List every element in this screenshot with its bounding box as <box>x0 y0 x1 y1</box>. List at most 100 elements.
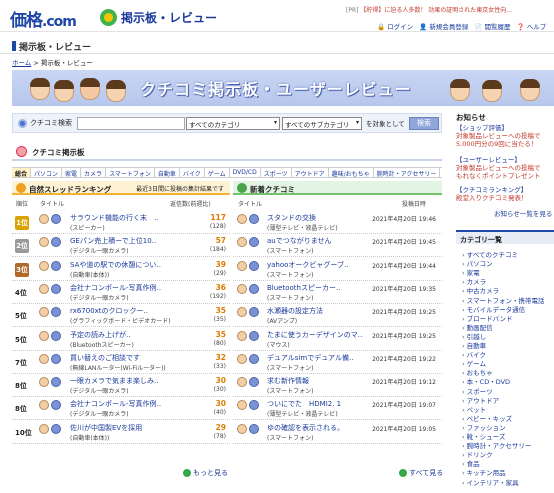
category-tab[interactable]: スポーツ <box>261 168 292 177</box>
category-link[interactable]: インテリア・家具 <box>462 477 519 487</box>
login-link[interactable]: 🔒 ログイン <box>377 21 413 31</box>
kakaku-logo[interactable]: 価格.com <box>10 6 77 31</box>
breadcrumb-home-link[interactable]: ホーム <box>12 59 31 67</box>
search-input[interactable] <box>77 117 185 130</box>
history-label: 閲覧履歴 <box>484 23 511 31</box>
history-link[interactable]: 📄 閲覧履歴 <box>474 21 510 31</box>
thread-title-link[interactable]: 会社ナコンポール-写真作例‥ <box>70 283 185 293</box>
flower-icon <box>100 8 117 26</box>
thread-title-link[interactable]: デュアルsimでデュアル備‥ <box>267 353 367 363</box>
reply-count: 30 <box>215 399 226 409</box>
post-date: 2021年4月20日 19:45 <box>372 239 436 247</box>
notice-item[interactable]: 【ユーザーレビュー】 対象製品レビューへの投稿で もれなくポイントプレゼント <box>456 156 554 180</box>
notice-item[interactable]: 【ショップ評価】 対象製品レビューへの投稿で 5,000円分の9回に当たる！ <box>456 124 554 148</box>
category-tab[interactable]: アウトドア <box>292 168 329 177</box>
thread-title-link[interactable]: 会社ナコンポール-写真作例‥ <box>70 399 185 409</box>
thread-title-link[interactable]: SAや道の駅での休憩につい‥ <box>70 260 185 270</box>
category-tab[interactable]: DVD/CD <box>230 168 261 177</box>
thread-title-link[interactable]: 水瀬器の設定方法 <box>267 306 367 316</box>
thread-title-link[interactable]: auでつながりません <box>267 236 367 246</box>
ranking-row[interactable]: 3位 SAや道の駅での休憩につい‥ (自動車(本体)) 39 (29) <box>12 259 230 281</box>
newest-row[interactable]: たまに使うカーデザインのマ‥ (マウス) 2021年4月20日 19:25 <box>233 329 442 351</box>
thread-title-link[interactable]: 佐川が中国製EVを採用 <box>70 423 185 433</box>
thread-title-link[interactable]: yahooオークビャグーブ‥ <box>267 260 367 270</box>
ranking-more-link[interactable]: もっと見る <box>183 468 228 478</box>
bbs-logo[interactable]: 掲示板・レビュー <box>100 8 217 26</box>
product-icon <box>249 423 259 434</box>
thread-title-link[interactable]: Bluetoothスピーカー‥ <box>267 283 367 293</box>
product-icon <box>51 307 61 318</box>
newest-row[interactable]: スタンドの交換 (薄型テレビ・液晶テレビ) 2021年4月20日 19:46 <box>233 212 442 234</box>
category-tab[interactable]: パソコン <box>31 168 63 177</box>
user-avatar-icon <box>39 283 49 294</box>
ranking-row[interactable]: 10位 佐川が中国製EVを採用 (自動車(本体)) 29 (78) <box>12 422 230 444</box>
search-button[interactable]: 検索 <box>409 117 439 130</box>
category-tab[interactable]: スマートフォン <box>106 168 155 177</box>
category-tab[interactable]: 総合 <box>12 168 32 177</box>
product-icon <box>51 237 61 248</box>
ranking-row[interactable]: 8位 一眼カメラで気まま楽しみ‥ (デジタル一眼カメラ) 30 (30) <box>12 375 230 398</box>
bbs-icon <box>16 146 27 157</box>
newest-row[interactable]: ついにでた HDMI2. 1 (薄型テレビ・液晶テレビ) 2021年4月20日 19… <box>233 398 442 421</box>
subcategory-select[interactable]: すべてのサブカテゴリ ▾ <box>282 117 362 130</box>
thread-title-link[interactable]: 買い替えのご相談です <box>70 353 185 363</box>
newest-row[interactable]: ゆの確認を表示される。 (スマートフォン) 2021年4月20日 19:05 <box>233 422 442 444</box>
thread-title-link[interactable]: ゆの確認を表示される。 <box>267 423 367 433</box>
register-link[interactable]: 👤 新規会員登録 <box>419 21 468 31</box>
thread-category: (デジタル一眼カメラ) <box>70 411 129 419</box>
category-tab[interactable]: DIY <box>440 168 442 177</box>
thread-category: (スマートフォン) <box>267 294 314 302</box>
ranking-row[interactable]: 2位 GEパン売上積ーで上位10‥ (デジタル一眼カメラ) 57 (184) <box>12 235 230 258</box>
newest-row[interactable]: 求む新作情報 (スマートフォン) 2021年4月20日 19:12 <box>233 375 442 398</box>
thread-category: (デジタル一眼カメラ) <box>70 294 129 302</box>
ranking-row[interactable]: 7位 買い替えのご相談です (無線LANルーター(Wi-Fiルーター)) 32 (33) <box>12 352 230 374</box>
category-tab[interactable]: 腕時計・アクセサリー <box>374 168 441 177</box>
character-face-icon <box>30 78 50 100</box>
user-avatar-icon <box>237 237 247 248</box>
thread-title-link[interactable]: 一眼カメラで気まま楽しみ‥ <box>70 376 185 386</box>
newest-row[interactable]: 水瀬器の設定方法 (AVアンプ) 2021年4月20日 19:25 <box>233 305 442 328</box>
right-sidebar: お知らせ 【ショップ評価】 対象製品レビューへの投稿で 5,000円分の9回に当たる… <box>456 106 554 493</box>
notice-head: 【クチコミランキング】 <box>456 186 528 194</box>
category-tab[interactable]: バイク <box>180 168 205 177</box>
newest-more-link[interactable]: すべて見る <box>399 468 443 478</box>
category-tab[interactable]: ゲーム <box>205 168 230 177</box>
banner: クチコミ掲示板・ユーザーレビュー <box>12 70 554 106</box>
category-tab[interactable]: 趣味/おもちゃ <box>329 168 374 177</box>
thread-title-link[interactable]: スタンドの交換 <box>267 213 367 223</box>
product-icon <box>51 423 61 434</box>
thread-title-link[interactable]: GEパン売上積ーで上位10‥ <box>70 236 185 246</box>
category-tab[interactable]: 家電 <box>62 168 82 177</box>
newest-row[interactable]: Bluetoothスピーカー‥ (スマートフォン) 2021年4月20日 19:35 <box>233 282 442 304</box>
newest-row[interactable]: デュアルsimでデュアル備‥ (スマートフォン) 2021年4月20日 19:22 <box>233 352 442 374</box>
title-marker <box>12 41 16 51</box>
pr-link[interactable]: 【貯得】に迫る人多数！ 効果の証明された東京女性向... <box>360 7 512 14</box>
thread-title-link[interactable]: rx6700xtのクロックー‥ <box>70 306 185 316</box>
search-scope-label: を対象として <box>366 120 405 128</box>
breadcrumb-current: 掲示板・レビュー <box>40 59 93 67</box>
thread-title-link[interactable]: 予定の読み上げが‥ <box>70 330 185 340</box>
pr-ad[interactable]: [PR] 【貯得】に迫る人多数！ 効果の証明された東京女性向... <box>346 5 512 14</box>
newest-row[interactable]: yahooオークビャグーブ‥ (スマートフォン) 2021年4月20日 19:44 <box>233 259 442 281</box>
newest-col-title: タイトル <box>238 201 263 208</box>
notice-item[interactable]: 【クチコミランキング】 殿堂入りクチコミ発表！ <box>456 186 554 202</box>
thread-title-link[interactable]: ついにでた HDMI2. 1 <box>267 399 367 409</box>
ranking-row[interactable]: 4位 会社ナコンポール-写真作例‥ (デジタル一眼カメラ) 36 (192) <box>12 282 230 304</box>
character-face-icon <box>80 78 100 100</box>
ranking-row[interactable]: 5位 rx6700xtのクロックー‥ (グラフィックボード・ビデオカード) 35 (35… <box>12 305 230 328</box>
thread-category: (スマートフォン) <box>267 271 314 279</box>
category-tab[interactable]: 自動車 <box>155 168 180 177</box>
category-select[interactable]: すべてのカテゴリ ▾ <box>186 117 280 130</box>
help-link[interactable]: ❓ ヘルプ <box>517 21 547 31</box>
newest-row[interactable]: auでつながりません (スマートフォン) 2021年4月20日 19:45 <box>233 235 442 258</box>
ranking-row[interactable]: 8位 会社ナコンポール-写真作例‥ (デジタル一眼カメラ) 30 (40) <box>12 398 230 421</box>
thread-title-link[interactable]: サラウンド機能の行く末 ‥ <box>70 213 185 223</box>
ranking-row[interactable]: 5位 予定の読み上げが‥ (Bluetoothスピーカー) 35 (80) <box>12 329 230 351</box>
thread-title-link[interactable]: 求む新作情報 <box>267 376 367 386</box>
thread-title-link[interactable]: たまに使うカーデザインのマ‥ <box>267 330 367 340</box>
category-tab[interactable]: カメラ <box>81 168 107 177</box>
thread-category: (薄型テレビ・液晶テレビ) <box>267 225 338 232</box>
notices-more-link[interactable]: お知らせ一覧を見る <box>494 208 552 218</box>
ranking-row[interactable]: 1位 サラウンド機能の行く末 ‥ (スピーカー) 117 (128) <box>12 212 230 234</box>
user-avatar-icon <box>237 423 247 434</box>
